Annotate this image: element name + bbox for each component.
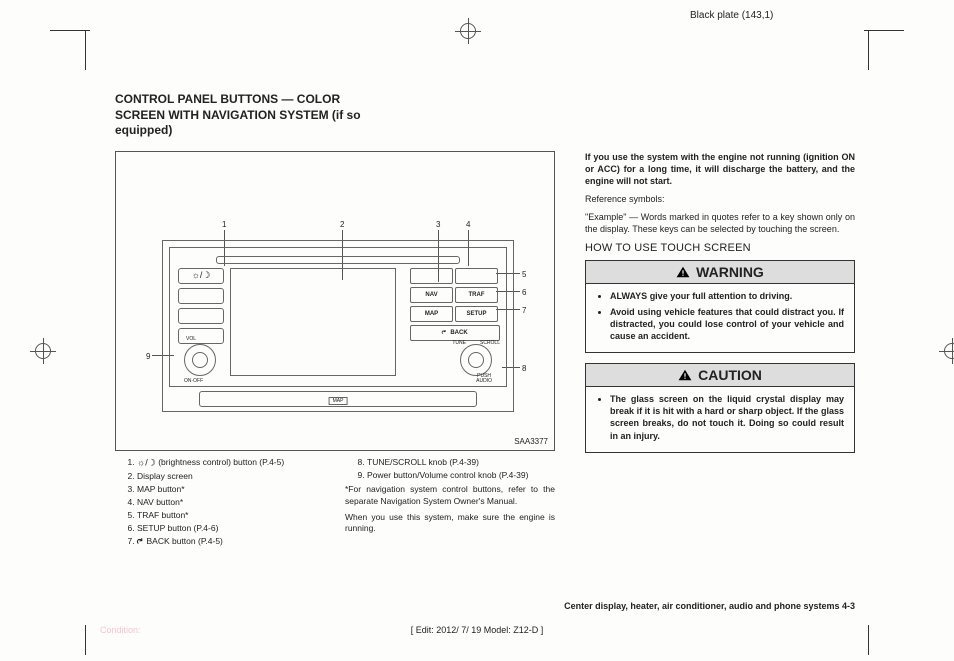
back-button: ↶BACK [410, 325, 500, 341]
legend-note: *For navigation system control buttons, … [345, 484, 555, 508]
onoff-label: ON·OFF [184, 378, 203, 384]
figure-id: SAA3377 [514, 437, 548, 446]
callout-4: 4 [466, 220, 470, 229]
legend-item: TRAF button* [137, 510, 325, 520]
vol-label: VOL [186, 336, 196, 342]
warning-title: WARNING [586, 261, 854, 284]
disc-slot [216, 256, 460, 264]
right-column: If you use the system with the engine no… [585, 151, 855, 550]
caution-item: The glass screen on the liquid crystal d… [610, 393, 844, 442]
warning-item: ALWAYS give your full attention to drivi… [610, 290, 844, 302]
condition-label: Condition: [100, 625, 141, 635]
callout-2: 2 [340, 220, 344, 229]
left-buttons: ☼/☽ [178, 268, 224, 348]
warning-icon [678, 369, 692, 381]
footer-section-title: Center display, heater, air conditioner,… [115, 601, 855, 611]
reference-label: Reference symbols: [585, 193, 855, 205]
tune-label: TUNE [452, 340, 466, 346]
engine-warning-text: If you use the system with the engine no… [585, 151, 855, 187]
left-column: 1 2 3 4 5 6 7 8 9 [115, 151, 555, 550]
blank-button [455, 268, 498, 284]
blank-button [178, 328, 224, 344]
callout-7: 7 [522, 306, 526, 315]
legend-item: ☼/☽ (brightness control) button (P.4-5) [137, 457, 325, 468]
crop-mark [864, 30, 904, 31]
radio-unit: ☼/☽ NAVTRAF MAPSETUP ↶BACK VOL [162, 240, 514, 412]
blank-button [178, 288, 224, 304]
callout-6: 6 [522, 288, 526, 297]
tune-knob [460, 344, 492, 376]
traf-button: TRAF [455, 287, 498, 303]
reference-text: "Example" — Words marked in quotes refer… [585, 211, 855, 235]
caution-box: CAUTION The glass screen on the liquid c… [585, 363, 855, 453]
crop-mark [85, 30, 86, 70]
nav-button: NAV [410, 287, 453, 303]
crop-mark [50, 30, 90, 31]
blank-button [178, 308, 224, 324]
callout-9: 9 [146, 352, 150, 361]
legend-item: MAP button* [137, 484, 325, 494]
callout-1: 1 [222, 220, 226, 229]
setup-button: SETUP [455, 306, 498, 322]
legend-item: SETUP button (P.4-6) [137, 523, 325, 533]
figure-diagram: 1 2 3 4 5 6 7 8 9 [115, 151, 555, 451]
crop-mark [868, 30, 869, 70]
legend-item: TUNE/SCROLL knob (P.4-39) [367, 457, 555, 467]
subheading: HOW TO USE TOUCH SCREEN [585, 242, 855, 254]
warning-box: WARNING ALWAYS give your full attention … [585, 260, 855, 354]
volume-knob [184, 344, 216, 376]
push-label: PUSHAUDIO [476, 374, 492, 384]
callout-3: 3 [436, 220, 440, 229]
display-screen [230, 268, 396, 376]
figure-legend: ☼/☽ (brightness control) button (P.4-5) … [115, 457, 555, 550]
legend-item: ↶ BACK button (P.4-5) [137, 536, 325, 547]
warning-item: Avoid using vehicle features that could … [610, 306, 844, 342]
legend-item: Display screen [137, 471, 325, 481]
caution-title: CAUTION [586, 364, 854, 387]
page-title: CONTROL PANEL BUTTONS — COLOR SCREEN WIT… [115, 92, 375, 139]
map-button: MAP [410, 306, 453, 322]
right-buttons: NAVTRAF MAPSETUP ↶BACK [410, 268, 498, 341]
footer-edit-info: [ Edit: 2012/ 7/ 19 Model: Z12-D ] [0, 625, 954, 635]
callout-8: 8 [522, 364, 526, 373]
page-content: CONTROL PANEL BUTTONS — COLOR SCREEN WIT… [115, 92, 855, 550]
legend-item: Power button/Volume control knob (P.4-39… [367, 470, 555, 480]
warning-icon [676, 266, 690, 278]
legend-item: NAV button* [137, 497, 325, 507]
legend-note: When you use this system, make sure the … [345, 512, 555, 536]
plate-label: Black plate (143,1) [690, 10, 773, 21]
callout-5: 5 [522, 270, 526, 279]
brightness-button: ☼/☽ [178, 268, 224, 284]
blank-button [410, 268, 453, 284]
map-sd-label: MAP [329, 397, 348, 405]
